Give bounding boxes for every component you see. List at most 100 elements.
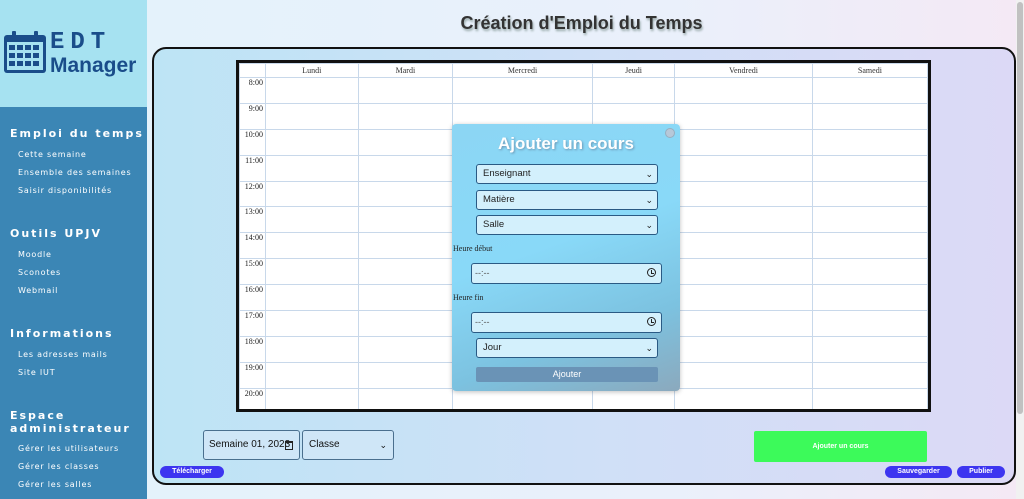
schedule-cell[interactable] <box>674 387 813 409</box>
sidebar-item-ensemble-semaines[interactable]: Ensemble des semaines <box>18 168 131 177</box>
hour-label: 13:00 <box>239 206 266 234</box>
schedule-cell[interactable] <box>357 180 454 208</box>
teacher-select[interactable]: Enseignant ⌄ <box>476 164 658 184</box>
publish-button[interactable]: Publier <box>957 466 1005 478</box>
schedule-cell[interactable] <box>265 128 359 156</box>
schedule-cell[interactable] <box>265 258 359 286</box>
schedule-cell[interactable] <box>811 77 928 104</box>
sidebar-item-cette-semaine[interactable]: Cette semaine <box>18 150 87 159</box>
schedule-cell[interactable] <box>811 128 928 156</box>
schedule-cell[interactable] <box>674 335 813 363</box>
schedule-cell[interactable] <box>811 310 928 337</box>
schedule-cell[interactable] <box>265 361 359 389</box>
schedule-cell[interactable] <box>357 102 454 130</box>
schedule-cell[interactable] <box>811 154 928 182</box>
schedule-cell[interactable] <box>357 284 454 312</box>
sidebar-item-site-iut[interactable]: Site IUT <box>18 368 55 377</box>
schedule-cell[interactable] <box>357 128 454 156</box>
schedule-cell[interactable] <box>674 361 813 389</box>
schedule-cell[interactable] <box>265 284 359 312</box>
clock-icon[interactable] <box>647 268 656 277</box>
sidebar-item-disponibilites[interactable]: Saisir disponibilités <box>18 186 112 195</box>
schedule-cell[interactable] <box>265 77 359 104</box>
schedule-cell[interactable] <box>357 310 454 337</box>
schedule-cell[interactable] <box>357 77 454 104</box>
hour-label: 17:00 <box>239 310 266 337</box>
schedule-cell[interactable] <box>357 335 454 363</box>
schedule-cell[interactable] <box>811 361 928 389</box>
start-time-input[interactable]: --:-- <box>471 263 662 284</box>
sidebar-item-gerer-salles[interactable]: Gérer les salles <box>18 480 92 489</box>
schedule-cell[interactable] <box>811 387 928 409</box>
day-select-value: Jour <box>483 342 502 353</box>
week-picker-value: Semaine 01, 2023 <box>209 439 291 450</box>
week-picker[interactable]: Semaine 01, 2023 <box>203 430 300 460</box>
schedule-cell[interactable] <box>357 154 454 182</box>
end-time-input[interactable]: --:-- <box>471 312 662 333</box>
start-time-value: --:-- <box>475 268 490 278</box>
subject-select[interactable]: Matière ⌄ <box>476 190 658 210</box>
schedule-cell[interactable] <box>357 206 454 234</box>
sidebar: EDT Manager Emploi du temps Cette semain… <box>0 0 147 499</box>
schedule-cell[interactable] <box>265 180 359 208</box>
schedule-cell[interactable] <box>811 180 928 208</box>
sidebar-item-adresses-mails[interactable]: Les adresses mails <box>18 350 108 359</box>
save-button[interactable]: Sauvegarder <box>885 466 952 478</box>
schedule-cell[interactable] <box>674 310 813 337</box>
schedule-cell[interactable] <box>674 154 813 182</box>
schedule-cell[interactable] <box>811 206 928 234</box>
modal-submit-button[interactable]: Ajouter <box>476 367 658 382</box>
class-select[interactable]: Classe ⌄ <box>302 430 394 460</box>
hour-label: 11:00 <box>239 154 266 182</box>
scrollbar-thumb[interactable] <box>1017 2 1023 414</box>
schedule-cell[interactable] <box>591 387 676 409</box>
schedule-cell[interactable] <box>674 180 813 208</box>
schedule-cell[interactable] <box>674 284 813 312</box>
schedule-cell[interactable] <box>674 77 813 104</box>
day-select[interactable]: Jour ⌄ <box>476 338 658 358</box>
schedule-cell[interactable] <box>265 154 359 182</box>
schedule-cell[interactable] <box>674 258 813 286</box>
schedule-cell[interactable] <box>357 387 454 409</box>
day-header: Vendredi <box>674 63 813 78</box>
chevron-down-icon: ⌄ <box>645 220 653 230</box>
sidebar-item-sconotes[interactable]: Sconotes <box>18 268 61 277</box>
schedule-cell[interactable] <box>811 232 928 260</box>
sidebar-item-webmail[interactable]: Webmail <box>18 286 58 295</box>
schedule-cell[interactable] <box>357 258 454 286</box>
room-select[interactable]: Salle ⌄ <box>476 215 658 235</box>
day-header: Samedi <box>811 63 928 78</box>
schedule-cell[interactable] <box>265 206 359 234</box>
download-button[interactable]: Télécharger <box>160 466 224 478</box>
schedule-cell[interactable] <box>811 284 928 312</box>
schedule-cell[interactable] <box>265 387 359 409</box>
logo: EDT Manager <box>0 0 147 107</box>
schedule-cell[interactable] <box>811 102 928 130</box>
schedule-cell[interactable] <box>811 335 928 363</box>
add-course-button[interactable]: Ajouter un cours <box>754 431 927 462</box>
chevron-down-icon: ⌄ <box>645 169 653 179</box>
schedule-cell[interactable] <box>452 387 593 409</box>
schedule-cell[interactable] <box>265 232 359 260</box>
logo-text-manager: Manager <box>50 54 137 77</box>
schedule-cell[interactable] <box>591 77 676 104</box>
schedule-cell[interactable] <box>674 232 813 260</box>
schedule-cell[interactable] <box>674 206 813 234</box>
clock-icon[interactable] <box>647 317 656 326</box>
schedule-cell[interactable] <box>357 232 454 260</box>
schedule-cell[interactable] <box>265 310 359 337</box>
schedule-cell[interactable] <box>265 335 359 363</box>
schedule-cell[interactable] <box>452 77 593 104</box>
scrollbar[interactable] <box>1016 0 1024 499</box>
sidebar-item-gerer-utilisateurs[interactable]: Gérer les utilisateurs <box>18 444 119 453</box>
schedule-cell[interactable] <box>674 102 813 130</box>
sidebar-item-moodle[interactable]: Moodle <box>18 250 52 259</box>
logo-text-edt: EDT <box>50 29 112 56</box>
schedule-cell[interactable] <box>674 128 813 156</box>
calendar-icon[interactable] <box>285 441 293 450</box>
sidebar-item-gerer-classes[interactable]: Gérer les classes <box>18 462 99 471</box>
chevron-down-icon: ⌄ <box>645 195 653 205</box>
schedule-cell[interactable] <box>265 102 359 130</box>
schedule-cell[interactable] <box>811 258 928 286</box>
schedule-cell[interactable] <box>357 361 454 389</box>
